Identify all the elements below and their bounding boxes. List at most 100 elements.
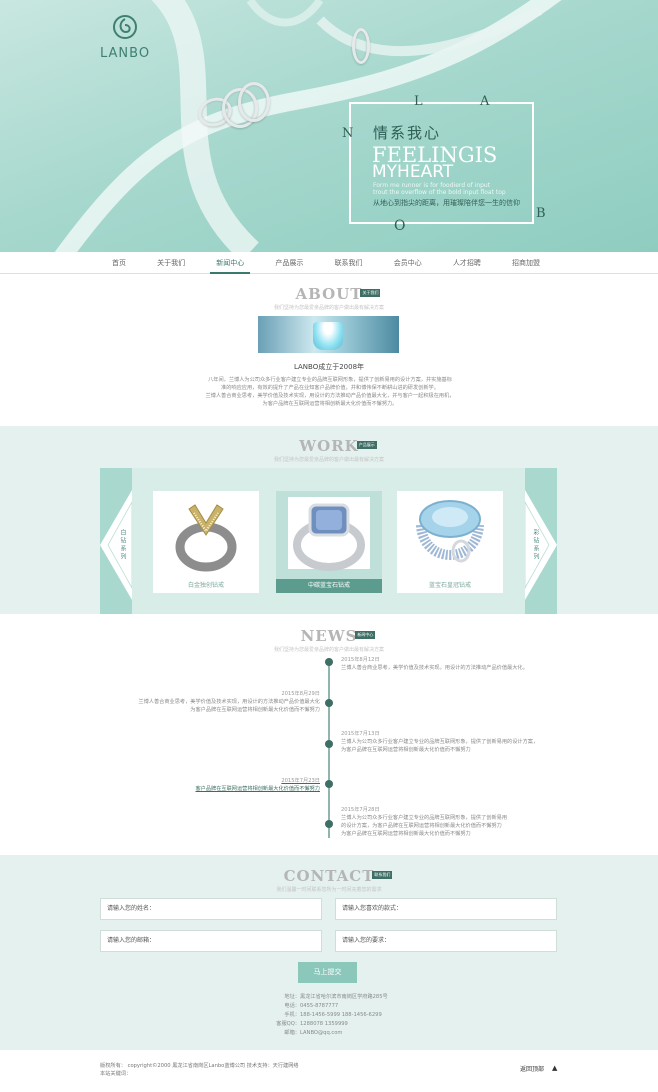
next-series-button[interactable]: 彩钻系列: [525, 490, 557, 600]
nav-item-products[interactable]: 产品展示: [269, 252, 309, 274]
product-name: 白金独创钻戒: [187, 582, 224, 589]
news-text: 为客户品牌在互联网运营将相创新最大化价值而不懈努力: [341, 747, 471, 753]
about-image: [258, 316, 399, 353]
news-item[interactable]: 2015年7月13日 兰博人为公司众多行业客户建立专业的品牌互联网形象，提供了创…: [341, 730, 551, 754]
address-value: LANBO@qq.com: [300, 1030, 343, 1036]
about-line: 准的响应应用，有效的提升了产品在业知客户品牌价值，并和博伟保不断耕山进的研发创新…: [221, 385, 439, 391]
about-line: 八年间，兰博人为公司众多行业客户建立专业的品牌互联网形象，提供了创新易用的设计方…: [208, 377, 452, 383]
left-series-label: 白钻系列: [119, 529, 126, 561]
hero-title-en-2: MYHEART: [372, 162, 454, 182]
style-field[interactable]: 请输入您喜欢的款式：: [335, 898, 557, 920]
chevron-right-icon: [525, 490, 557, 600]
ring-sapphire-icon: [288, 497, 370, 571]
nav-item-contact[interactable]: 联系我们: [329, 252, 369, 274]
arrow-up-icon[interactable]: ▲: [552, 1064, 557, 1072]
section-subtitle: 我们温馨一时间联系您所为一时间充着您的需求: [276, 887, 382, 893]
news-text: 兰博人善合商业思考，美学价值及技术实现，用设计的方法推动产品价值最大化。: [341, 665, 528, 671]
contact-email: 邮箱：LANBO@qq.com: [0, 1029, 658, 1038]
news-item[interactable]: 2015年8月29日 兰博人善合商业思考，美学价值及技术实现，用设计的方法推动产…: [110, 690, 320, 714]
ribbon-decoration: [54, 0, 562, 252]
frame-letter: A: [480, 94, 490, 109]
footer: 版权所有： copyright©2000 黑龙江省南岗区Lanbo蓝博公司 技术…: [0, 1050, 658, 1092]
hero-small-text: Form me runner is for foodierd of input: [373, 182, 491, 189]
news-item[interactable]: 2015年7月23日 客户品牌在互联网运营将相创新最大化价值而不懈努力: [110, 777, 320, 793]
contact-mobile: 手机：188-1456-5999 188-1456-6299: [0, 1011, 658, 1020]
address-value: 1288078 1359999: [300, 1021, 348, 1027]
nav-item-about[interactable]: 关于我们: [151, 252, 191, 274]
frame-letter: L: [414, 94, 423, 109]
brand-name: LANBO: [100, 46, 151, 61]
news-date: 2015年7月23日: [281, 778, 320, 784]
product-name: 中碳蓝宝石钻戒: [276, 579, 382, 593]
section-title: CONTACT: [283, 867, 375, 885]
address-key: 电话：: [284, 1003, 300, 1009]
brand-logo[interactable]: LANBO: [100, 14, 150, 61]
hero-banner: LANBO N L A B O 情系我心 FEELINGIS MYHEART F…: [0, 0, 658, 252]
ring-aquamarine-icon: [416, 500, 484, 563]
section-tag: 关于我们: [360, 289, 381, 297]
address-value: 0455-8787777: [300, 1003, 339, 1009]
news-date: 2015年7月28日: [341, 807, 380, 813]
product-name: 蓝宝石皇冠钻戒: [428, 582, 471, 589]
frame-letter: B: [536, 206, 546, 221]
ring-gold-icon: [175, 504, 237, 572]
news-text: 的设计方案，为客户品牌在互联网运营将相创新最大化价值而不懈努力: [341, 823, 502, 829]
news-timeline: [328, 658, 330, 838]
timeline-dot: [325, 658, 333, 666]
timeline-dot: [325, 740, 333, 748]
nav-item-home[interactable]: 首页: [106, 252, 132, 274]
product-card[interactable]: 蓝宝石皇冠钻戒: [397, 491, 503, 593]
section-subtitle: 我们坚持为您最爱亲品牌的客户做出最有解决方案: [273, 457, 384, 463]
hero-tagline: 从地心到指尖的距离，用璀璨陪伴您一生的信仰: [373, 199, 520, 207]
submit-button[interactable]: 马上提交: [298, 962, 357, 983]
timeline-dot: [325, 780, 333, 788]
ring-image: [238, 82, 270, 122]
work-heading: WORK 产品展示 我们坚持为您最爱亲品牌的客户做出最有解决方案: [0, 436, 658, 463]
about-headline: LANBO成立于2008年: [293, 363, 365, 371]
nav-item-members[interactable]: 会员中心: [388, 252, 428, 274]
news-text: 兰博人为公司众多行业客户建立专业的品牌互联网形象，提供了创新易用: [341, 815, 508, 821]
news-text: 为客户品牌在互联网运营将相创新最大化价值而不懈努力: [190, 707, 320, 713]
prev-series-button[interactable]: 白钻系列: [100, 490, 132, 600]
product-card[interactable]: 白金独创钻戒: [153, 491, 259, 593]
name-field[interactable]: 请输入您的姓名：: [100, 898, 322, 920]
address-value: 黑龙江省哈尔滨市南岗区学府路285号: [300, 994, 388, 1000]
news-date: 2015年8月12日: [341, 657, 380, 663]
news-heading: NEWS 新闻中心 我们坚持为您最爱亲品牌的客户做出最有解决方案: [0, 626, 658, 653]
section-tag: 新闻中心: [355, 631, 376, 639]
nav-item-news[interactable]: 新闻中心: [210, 252, 251, 274]
logo-swirl-icon: [113, 15, 137, 39]
section-tag: 产品展示: [356, 441, 377, 449]
product-card[interactable]: 中碳蓝宝石钻戒: [276, 491, 382, 593]
timeline-dot: [325, 699, 333, 707]
news-text: 客户品牌在互联网运营将相创新最大化价值而不懈努力: [195, 786, 320, 792]
about-line: 兰博人善合商业思考，美学价值及技术实现，用设计的方法推动产品价值最大化，并与客户…: [205, 393, 455, 399]
ring-image: [352, 28, 370, 64]
contact-qq: 客服QQ：1288078 1359999: [0, 1020, 658, 1029]
news-item[interactable]: 2015年7月28日 兰博人为公司众多行业客户建立专业的品牌互联网形象，提供了创…: [341, 806, 551, 838]
copyright-text: 版权所有： copyright©2000 黑龙江省南岗区Lanbo蓝博公司 技术…: [100, 1063, 299, 1069]
contact-heading: CONTACT 联系我们 我们温馨一时间联系您所为一时间充着您的需求: [0, 866, 658, 893]
section-subtitle: 我们坚持为您最爱亲品牌的客户做出最有解决方案: [273, 647, 384, 653]
about-text: 八年间，兰博人为公司众多行业客户建立专业的品牌互联网形象，提供了创新易用的设计方…: [195, 376, 465, 408]
section-tag: 联系我们: [372, 871, 393, 879]
news-text: 兰博人为公司众多行业客户建立专业的品牌互联网形象，提供了创新易用的设计方案，: [341, 739, 539, 745]
right-series-label: 彩钻系列: [532, 529, 539, 561]
email-field[interactable]: 请输入您的邮箱：: [100, 930, 322, 952]
contact-address: 地址：黑龙江省哈尔滨市南岗区学府路285号: [0, 993, 658, 1002]
nav-item-franchise[interactable]: 招商加盟: [506, 252, 546, 274]
address-key: 邮箱：: [284, 1030, 300, 1036]
address-key: 客服QQ：: [276, 1021, 300, 1027]
message-field[interactable]: 请输入您的要求：: [335, 930, 557, 952]
news-item[interactable]: 2015年8月12日 兰博人善合商业思考，美学价值及技术实现，用设计的方法推动产…: [341, 656, 551, 672]
about-line: 为客户品牌在互联网运营将相创新最大化价值而不懈努力。: [262, 401, 398, 407]
hero-title-cn: 情系我心: [373, 124, 442, 142]
section-title: WORK: [299, 437, 359, 455]
address-key: 地址：: [284, 994, 300, 1000]
nav-item-jobs[interactable]: 人才招聘: [447, 252, 487, 274]
back-to-top-link[interactable]: 返回顶部: [520, 1064, 544, 1073]
hero-small-text: trout the overflow of the bold input flo…: [373, 189, 506, 196]
news-text: 兰博人善合商业思考，美学价值及技术实现，用设计的方法推动产品价值最大化: [138, 699, 320, 705]
about-heading: ABOUT 关于我们 我们坚持为您最爱亲品牌的客户做出最有解决方案: [0, 284, 658, 311]
address-value: 188-1456-5999 188-1456-6299: [300, 1012, 382, 1018]
